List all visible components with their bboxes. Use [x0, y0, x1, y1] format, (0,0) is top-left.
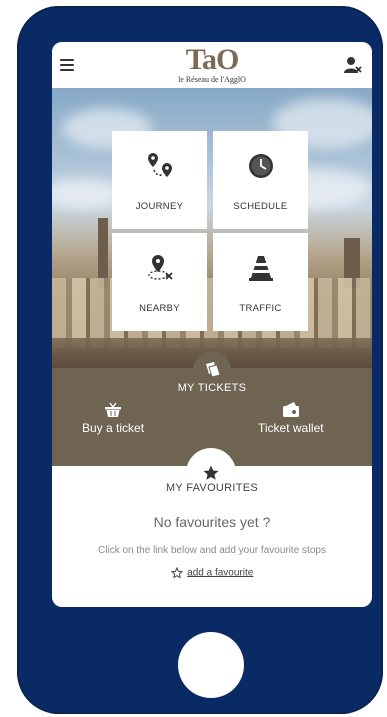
my-favourites-title: MY FAVOURITES [165, 482, 259, 494]
ticket-wallet-label: Ticket wallet [258, 421, 324, 435]
traffic-tile[interactable]: TRAFFIC [213, 233, 308, 331]
traffic-cone-icon [248, 256, 273, 281]
user-logout-icon[interactable] [344, 56, 362, 74]
star-icon [203, 465, 219, 480]
logo-subtitle: le Réseau de l'AgglO [178, 75, 246, 84]
app-logo: TaO le Réseau de l'AgglO [52, 43, 372, 85]
hero-city-image: JOURNEY SCHEDULE NEARBY TRAFFIC [52, 88, 372, 368]
app-header: TaO le Réseau de l'AgglO [52, 42, 372, 88]
schedule-tile[interactable]: SCHEDULE [213, 131, 308, 229]
journey-tile[interactable]: JOURNEY [112, 131, 207, 229]
basket-icon [105, 402, 122, 417]
wallet-icon [282, 402, 299, 417]
add-favourite-link[interactable]: add a favourite [52, 564, 372, 582]
clock-icon [248, 154, 273, 178]
no-favourites-text: No favourites yet ? [153, 514, 271, 530]
star-outline-icon [170, 566, 183, 579]
app-screen: TaO le Réseau de l'AgglO JOURNEY SCHEDUL… [52, 42, 372, 607]
home-button[interactable] [178, 632, 244, 698]
location-nearby-icon [147, 255, 173, 280]
tickets-icon [206, 362, 221, 378]
buy-ticket-label: Buy a ticket [82, 421, 145, 435]
schedule-label: SCHEDULE [233, 201, 288, 212]
buy-ticket-button[interactable]: Buy a ticket [82, 402, 144, 435]
traffic-label: TRAFFIC [239, 303, 282, 314]
logo-text: TaO [185, 43, 240, 76]
ticket-wallet-button[interactable]: Ticket wallet [258, 402, 324, 435]
route-pins-icon [147, 153, 172, 177]
nearby-tile[interactable]: NEARBY [112, 233, 207, 331]
add-favourite-label: add a favourite [187, 567, 254, 579]
my-tickets-title: MY TICKETS [177, 382, 247, 394]
journey-label: JOURNEY [135, 201, 184, 212]
favourites-help-text: Click on the link below and add your fav… [98, 545, 326, 556]
nearby-label: NEARBY [139, 303, 180, 314]
